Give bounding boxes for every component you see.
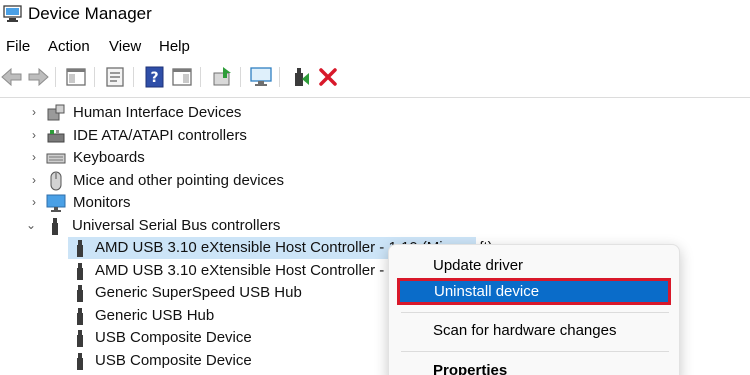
tree-category-label: Universal Serial Bus controllers — [72, 217, 281, 234]
back-arrow-icon[interactable] — [0, 65, 24, 89]
toolbar-separator — [55, 67, 56, 87]
chevron-right-icon[interactable]: › — [27, 173, 41, 187]
properties-label: Properties — [433, 362, 508, 375]
properties-icon[interactable] — [103, 65, 127, 89]
mouse-icon — [50, 171, 62, 191]
monitor-icon — [46, 194, 66, 212]
title-bar: Device Manager — [0, 0, 750, 30]
show-hide-console-tree-icon[interactable] — [64, 65, 88, 89]
menu-view[interactable]: View — [109, 37, 141, 56]
tree-category-label: IDE ATA/ATAPI controllers — [73, 127, 247, 144]
scan-hardware-label: Scan for hardware changes — [433, 322, 617, 339]
properties-menu-item[interactable]: Properties — [399, 358, 671, 375]
tree-category-label: Human Interface Devices — [73, 104, 242, 121]
chevron-right-icon[interactable]: › — [27, 105, 41, 119]
toolbar-separator — [279, 67, 280, 87]
keyboard-icon — [46, 153, 66, 164]
tree-category-ide[interactable]: › IDE ATA/ATAPI controllers — [0, 125, 750, 147]
usb-connector-icon — [77, 353, 83, 370]
tree-category-label: Monitors — [73, 194, 131, 211]
tree-category-usb[interactable]: ⌄ Universal Serial Bus controllers — [0, 215, 750, 237]
forward-arrow-icon[interactable] — [26, 65, 50, 89]
tree-device-label: USB Composite Device — [95, 352, 252, 369]
uninstall-x-icon[interactable] — [316, 65, 340, 89]
menu-file[interactable]: File — [6, 37, 30, 56]
toolbar-separator — [240, 67, 241, 87]
usb-connector-icon — [77, 308, 83, 325]
usb-connector-icon — [77, 263, 83, 280]
window-title: Device Manager — [28, 4, 152, 23]
device-manager-app-icon — [3, 5, 22, 22]
uninstall-device-menu-item[interactable]: Uninstall device — [397, 278, 671, 305]
toolbar-separator — [200, 67, 201, 87]
tree-category-hid[interactable]: › Human Interface Devices — [0, 102, 750, 124]
usb-connector-icon — [77, 330, 83, 347]
tree-category-label: Mice and other pointing devices — [73, 172, 284, 189]
scan-hardware-menu-item[interactable]: Scan for hardware changes — [399, 318, 671, 344]
tree-device-label: USB Composite Device — [95, 329, 252, 346]
update-driver-icon[interactable] — [210, 65, 234, 89]
svg-text:?: ? — [150, 70, 158, 86]
context-menu-separator — [401, 351, 669, 352]
help-icon[interactable]: ? — [143, 65, 167, 89]
ide-controller-icon — [47, 130, 65, 143]
toolbar-divider — [0, 97, 750, 98]
usb-connector-icon — [77, 240, 83, 257]
action-pane-icon[interactable] — [170, 65, 194, 89]
enable-device-icon[interactable] — [288, 65, 312, 89]
tree-category-keyboards[interactable]: › Keyboards — [0, 147, 750, 169]
tree-device-label: Generic USB Hub — [95, 307, 215, 324]
chevron-right-icon[interactable]: › — [27, 128, 41, 142]
update-driver-label: Update driver — [433, 257, 524, 274]
menu-action[interactable]: Action — [48, 37, 90, 56]
toolbar-separator — [94, 67, 95, 87]
usb-connector-icon — [52, 218, 58, 235]
hid-device-icon — [47, 104, 65, 121]
scan-hardware-icon[interactable] — [249, 65, 273, 89]
chevron-right-icon[interactable]: › — [27, 195, 41, 209]
chevron-down-icon[interactable]: ⌄ — [24, 218, 38, 232]
usb-connector-icon — [77, 285, 83, 302]
tree-device-label: AMD USB 3.10 eXtensible Host Controller … — [95, 262, 410, 279]
tree-device-label: Generic SuperSpeed USB Hub — [95, 284, 302, 301]
context-menu-separator — [401, 312, 669, 313]
tree-category-monitors[interactable]: › Monitors — [0, 192, 750, 214]
toolbar: ? — [0, 62, 750, 92]
menu-help[interactable]: Help — [159, 37, 190, 56]
uninstall-device-label: Uninstall device — [434, 283, 540, 300]
chevron-right-icon[interactable]: › — [27, 150, 41, 164]
update-driver-menu-item[interactable]: Update driver — [399, 253, 671, 279]
context-menu: Update driver Uninstall device Scan for … — [388, 244, 680, 375]
tree-category-mice[interactable]: › Mice and other pointing devices — [0, 170, 750, 192]
menu-bar: File Action View Help — [0, 37, 750, 59]
toolbar-separator — [133, 67, 134, 87]
tree-category-label: Keyboards — [73, 149, 145, 166]
